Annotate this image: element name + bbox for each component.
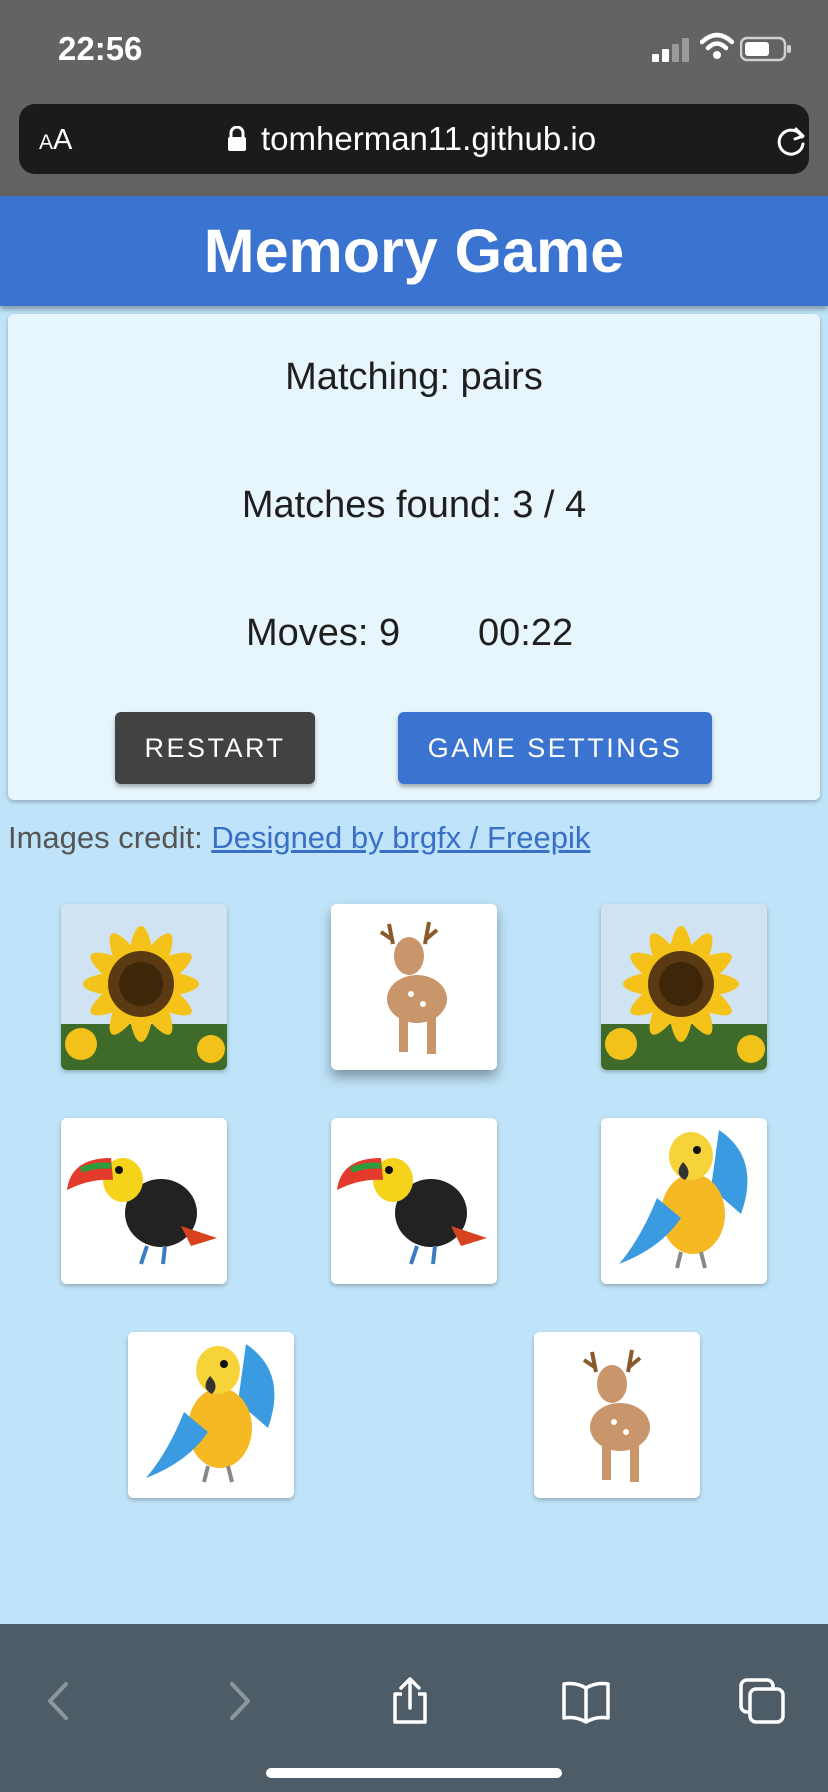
lock-icon — [228, 126, 246, 151]
card-sunflower[interactable] — [601, 904, 767, 1070]
credit-prefix: Images credit: — [8, 820, 212, 855]
browser-toolbar — [0, 1624, 828, 1792]
parrot-image — [601, 1118, 767, 1284]
game-info-panel: Matching: pairs Matches found: 3 / 4 Mov… — [8, 314, 820, 800]
sunflower-image — [601, 904, 767, 1070]
card-deer[interactable] — [331, 904, 497, 1070]
share-icon[interactable] — [385, 1676, 435, 1726]
reader-text-size-button[interactable]: AA — [39, 124, 72, 157]
bookmarks-icon[interactable] — [561, 1676, 611, 1726]
cellular-signal-icon — [652, 38, 690, 62]
card-parrot[interactable] — [601, 1118, 767, 1284]
matching-mode: Matching: pairs — [285, 356, 543, 398]
card-toucan[interactable] — [61, 1118, 227, 1284]
battery-icon — [740, 36, 791, 62]
moves-counter: Moves: 9 — [246, 612, 401, 654]
toucan-image — [331, 1118, 497, 1284]
status-bar: 22:56 — [0, 0, 828, 98]
page-title: Memory Game — [203, 217, 625, 285]
wifi-icon — [700, 32, 734, 59]
status-time: 22:56 — [58, 30, 143, 67]
sunflower-image — [61, 904, 227, 1070]
deer-image — [331, 904, 497, 1070]
toucan-image — [61, 1118, 227, 1284]
parrot-image — [128, 1332, 294, 1498]
reload-icon[interactable] — [775, 124, 809, 158]
back-icon[interactable] — [36, 1676, 86, 1726]
card-sunflower[interactable] — [61, 904, 227, 1070]
game-timer: 00:22 — [478, 612, 574, 654]
tabs-icon[interactable] — [737, 1676, 787, 1726]
home-indicator — [266, 1768, 562, 1778]
forward-icon[interactable] — [212, 1676, 262, 1726]
credit-link[interactable]: Designed by brgfx / Freepik — [211, 820, 590, 855]
restart-button[interactable]: RESTART — [115, 712, 315, 784]
card-toucan[interactable] — [331, 1118, 497, 1284]
matches-found: Matches found: 3 / 4 — [241, 484, 587, 526]
deer-image — [534, 1332, 700, 1498]
game-settings-button[interactable]: GAME SETTINGS — [398, 712, 712, 784]
card-parrot[interactable] — [128, 1332, 294, 1498]
image-credit: Images credit: Designed by brgfx / Freep… — [8, 820, 590, 856]
card-deer[interactable] — [534, 1332, 700, 1498]
app-header: Memory Game — [0, 196, 828, 306]
url-text[interactable]: tomherman11.github.io — [261, 120, 596, 158]
address-bar[interactable]: AA tomherman11.github.io — [19, 104, 809, 174]
browser-chrome: AA tomherman11.github.io — [0, 98, 828, 196]
